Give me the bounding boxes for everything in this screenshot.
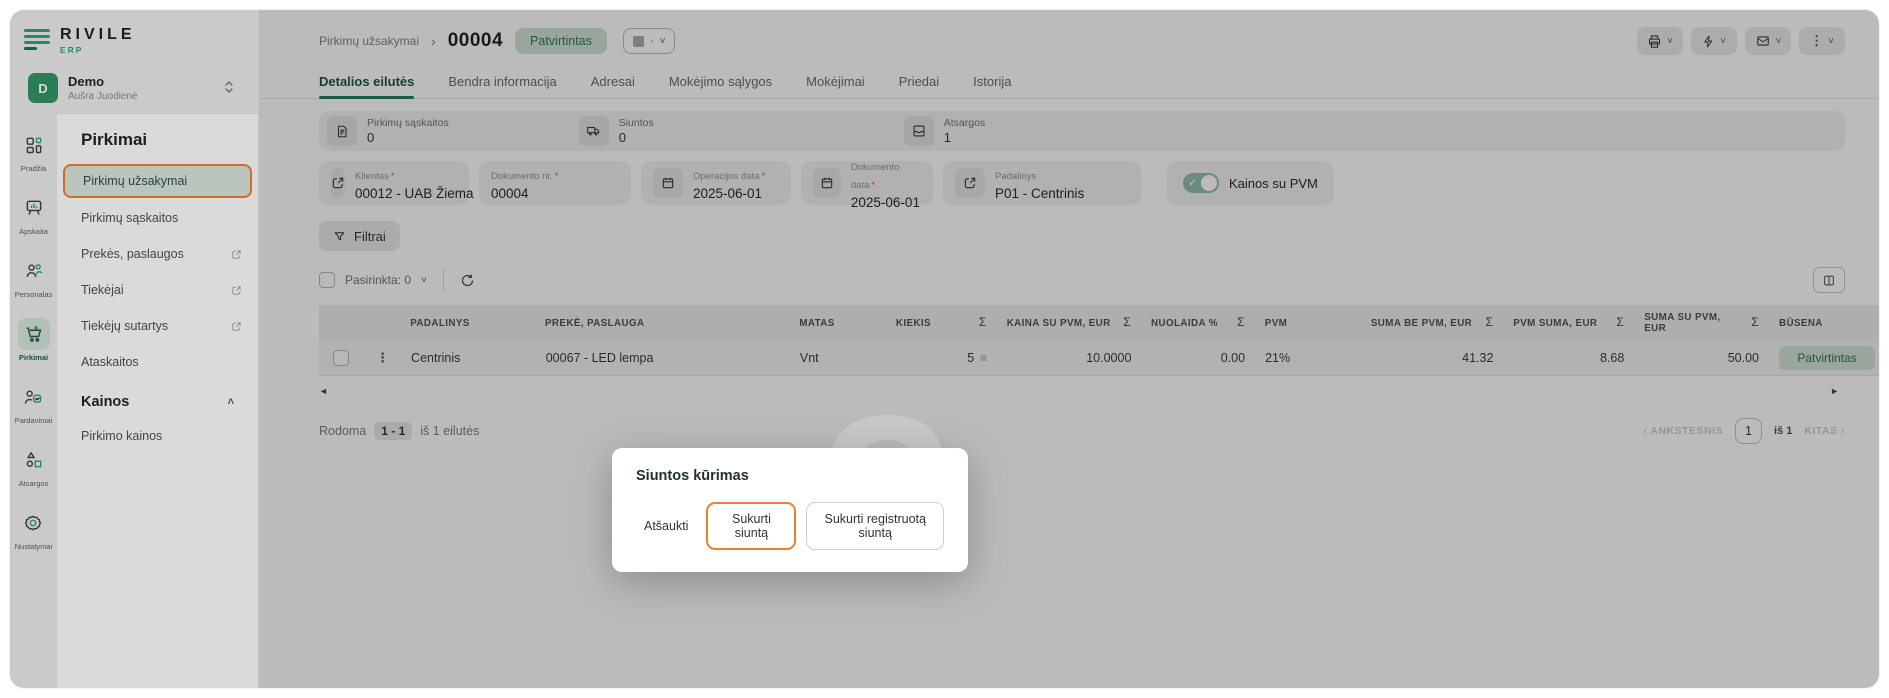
create-registered-shipment-button[interactable]: Sukurti registruotą siuntą [806, 502, 944, 550]
create-shipment-button[interactable]: Sukurti siuntą [706, 502, 796, 550]
cancel-button[interactable]: Atšaukti [636, 510, 696, 542]
app-window: RIVILE ERP D Demo Aušra Juodienė [10, 10, 1879, 688]
dialog-title: Siuntos kūrimas [636, 468, 944, 484]
siuntos-kurimas-dialog: Siuntos kūrimas Atšaukti Sukurti siuntą … [612, 448, 968, 572]
modal-overlay-full [10, 10, 1879, 688]
